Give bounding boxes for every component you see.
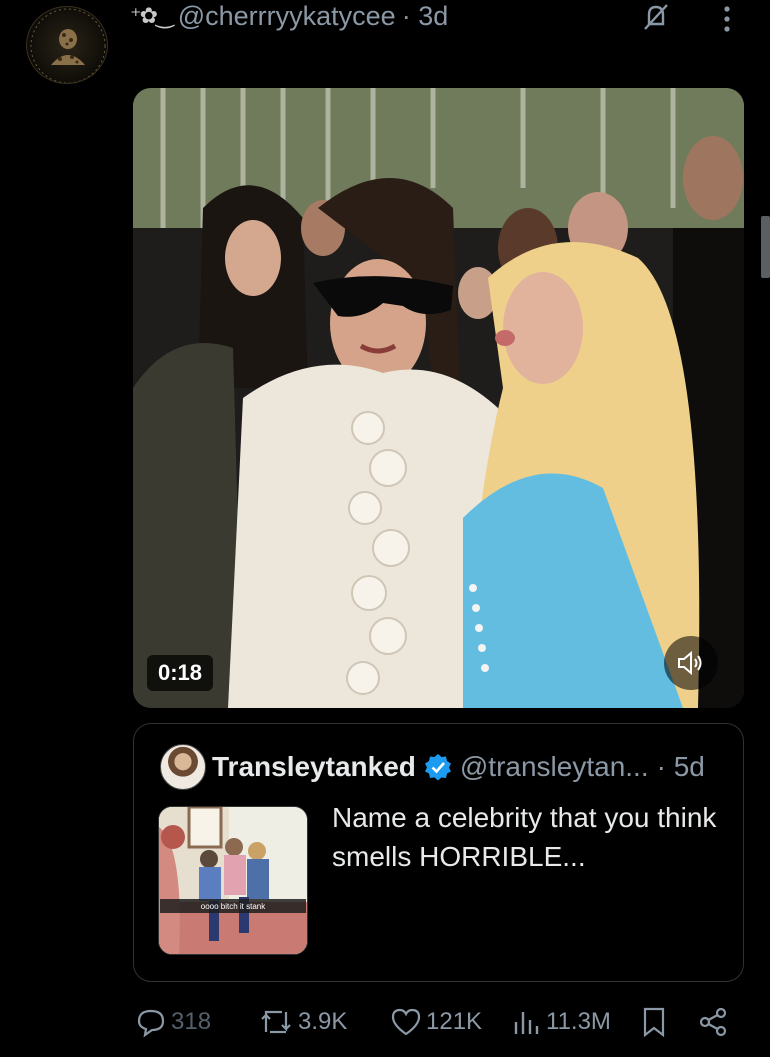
bookmark-button[interactable]	[640, 1004, 668, 1040]
volume-icon	[678, 650, 702, 676]
retweet-button[interactable]: 3.9K	[258, 1004, 347, 1040]
retweet-count: 3.9K	[298, 1008, 348, 1035]
scrollbar[interactable]	[761, 216, 770, 278]
quoted-author-avatar[interactable]	[160, 744, 206, 790]
share-button[interactable]	[698, 1004, 728, 1040]
quoted-author-handle[interactable]: @transleytan...	[460, 751, 649, 783]
share-icon	[699, 1007, 727, 1037]
like-count: 121K	[426, 1008, 483, 1035]
verified-icon	[424, 754, 451, 781]
views-icon	[514, 1012, 539, 1034]
quoted-tweet-time[interactable]: · 5d	[657, 751, 705, 783]
author-handle[interactable]: @cherrryykatycee	[178, 1, 396, 32]
quoted-tweet-header: Transleytanked @transleytan... · 5d	[212, 748, 705, 786]
like-button[interactable]: 121K	[390, 1004, 482, 1040]
quoted-tweet-text: Name a celebrity that you think smells H…	[332, 802, 717, 872]
quoted-media-thumbnail[interactable]	[158, 806, 308, 955]
reply-button[interactable]: 318	[135, 1004, 211, 1040]
retweet-icon	[261, 1010, 291, 1034]
volume-button[interactable]	[664, 636, 718, 690]
more-icon[interactable]	[716, 4, 738, 34]
reply-count: 318	[171, 1008, 212, 1035]
tweet-time[interactable]: · 3d	[402, 1, 449, 32]
like-icon	[391, 1008, 421, 1036]
name-decoration: ⁺✿‿	[130, 3, 174, 28]
video-duration: 0:18	[147, 655, 213, 691]
quoted-author-name[interactable]: Transleytanked	[212, 751, 416, 783]
views-button[interactable]: 11.3M	[512, 1004, 611, 1040]
thumbnail-caption: oooo bitch it stank	[160, 899, 306, 913]
no-notifications-icon[interactable]	[640, 2, 672, 32]
bookmark-icon	[643, 1007, 665, 1038]
view-count: 11.3M	[546, 1008, 611, 1035]
author-avatar[interactable]	[26, 6, 108, 84]
reply-icon	[137, 1009, 165, 1038]
video-player[interactable]	[133, 88, 744, 708]
tweet-header: ⁺✿‿ @cherrryykatycee · 3d	[130, 0, 448, 32]
